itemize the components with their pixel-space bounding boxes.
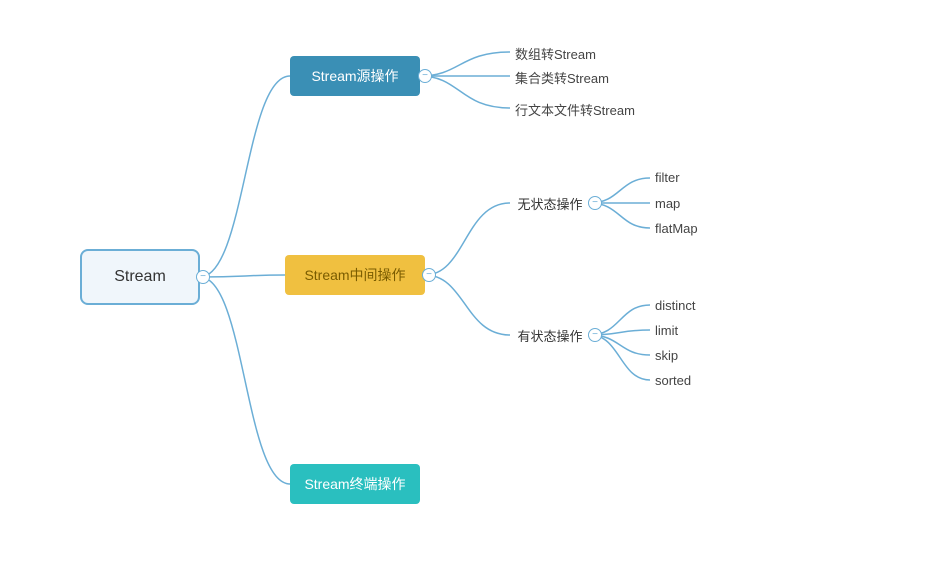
stateful-collapse-icon[interactable]: − (588, 328, 602, 342)
leaf-source-2: 集合类转Stream (515, 68, 609, 87)
terminal-label: Stream终端操作 (304, 474, 405, 494)
leaf-stateful-1: distinct (655, 298, 695, 313)
root-node: Stream (80, 249, 200, 305)
leaf-stateless-3: flatMap (655, 221, 698, 236)
leaf-stateful-3: skip (655, 348, 678, 363)
root-collapse-icon[interactable]: − (196, 270, 210, 284)
leaf-stateful-4: sorted (655, 373, 691, 388)
stateless-label: 无状态操作 (517, 194, 582, 213)
middle-node: Stream中间操作 (285, 255, 425, 295)
source-node: Stream源操作 (290, 56, 420, 96)
stateless-node: 无状态操作 (510, 188, 590, 218)
terminal-node: Stream终端操作 (290, 464, 420, 504)
stateful-node: 有状态操作 (510, 320, 590, 350)
stateless-collapse-icon[interactable]: − (588, 196, 602, 210)
root-label: Stream (114, 268, 166, 286)
leaf-stateless-1: filter (655, 170, 680, 185)
leaf-source-3: 行文本文件转Stream (515, 100, 635, 119)
stateful-label: 有状态操作 (517, 326, 582, 345)
leaf-stateless-2: map (655, 196, 680, 211)
leaf-source-1: 数组转Stream (515, 44, 596, 63)
source-collapse-icon[interactable]: − (418, 69, 432, 83)
source-label: Stream源操作 (311, 66, 398, 86)
middle-label: Stream中间操作 (304, 265, 405, 285)
leaf-stateful-2: limit (655, 323, 678, 338)
middle-collapse-icon[interactable]: − (422, 268, 436, 282)
